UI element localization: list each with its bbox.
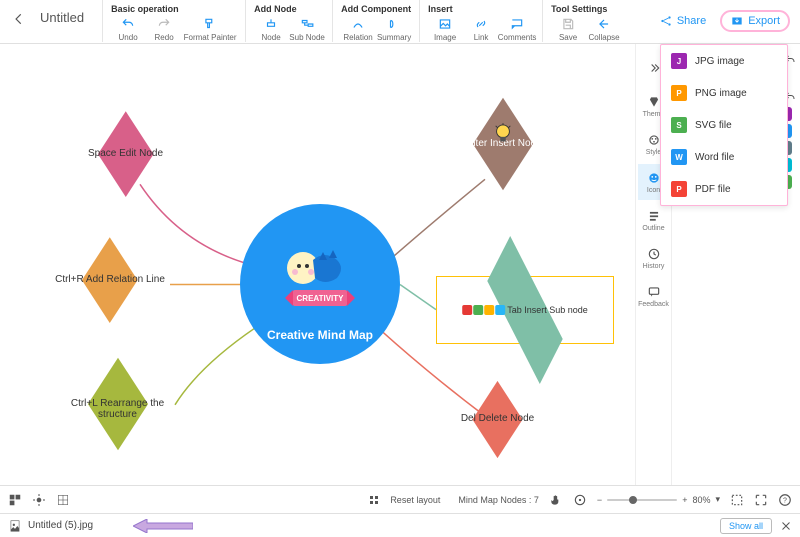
link-button[interactable]: Link <box>464 17 498 42</box>
node-button[interactable]: Node <box>254 17 288 42</box>
svg-text:?: ? <box>783 497 787 504</box>
filetype-icon: S <box>671 117 687 133</box>
format-painter-icon <box>203 17 217 31</box>
nodes-count-value: 7 <box>534 495 539 505</box>
undo-button[interactable]: Undo <box>111 17 145 42</box>
svg-text:CREATIVITY: CREATIVITY <box>297 294 345 303</box>
collapse-icon <box>597 17 611 31</box>
back-icon[interactable] <box>12 12 26 26</box>
nodes-count-label: Mind Map Nodes : <box>458 495 531 505</box>
filetype-icon: W <box>671 149 687 165</box>
export-icon <box>730 14 744 28</box>
zoom-control[interactable]: − + 80% ▾ <box>597 494 720 505</box>
zoom-out[interactable]: − <box>597 495 602 505</box>
export-button[interactable]: Export <box>720 10 790 32</box>
toolbar-group-header: Basic operation <box>111 4 237 14</box>
sub-node-icon <box>300 17 314 31</box>
node-badge <box>484 305 494 315</box>
grid-icon[interactable] <box>56 493 70 507</box>
link-icon <box>474 17 488 31</box>
relation-icon <box>351 17 365 31</box>
zoom-in[interactable]: + <box>682 495 687 505</box>
topbar: Untitled Basic operation UndoRedoFormat P… <box>0 0 800 44</box>
share-icon <box>659 14 673 28</box>
fullscreen-icon[interactable] <box>754 493 768 507</box>
hand-icon[interactable] <box>549 493 563 507</box>
node-badge <box>473 305 483 315</box>
node-icon <box>264 17 278 31</box>
theme-icon <box>647 95 661 109</box>
style-icon <box>647 133 661 147</box>
collapse-button[interactable]: Collapse <box>587 17 621 42</box>
save-icon <box>561 17 575 31</box>
toolbar-group-header: Add Node <box>254 4 324 14</box>
node-badge <box>462 305 472 315</box>
zoom-value: 80% <box>692 495 710 505</box>
relation-button[interactable]: Relation <box>341 17 375 42</box>
node-badge <box>495 305 505 315</box>
layout-icon[interactable] <box>8 493 22 507</box>
filetype-icon: P <box>671 85 687 101</box>
tab-insert-node[interactable]: Tab Insert Sub node <box>436 276 614 344</box>
redo-button[interactable]: Redo <box>147 17 181 42</box>
toolbar-group-header: Insert <box>428 4 534 14</box>
comments-icon <box>510 17 524 31</box>
show-all-button[interactable]: Show all <box>720 518 772 534</box>
export-svg[interactable]: SSVG file <box>661 109 787 141</box>
file-icon <box>8 519 22 533</box>
summary-button[interactable]: Summary <box>377 17 411 42</box>
lightbulb-icon <box>492 122 514 151</box>
status-bar: Reset layout Mind Map Nodes : 7 − + 80% … <box>0 485 800 513</box>
sidebar-tab-outline[interactable]: Outline <box>638 202 670 238</box>
reset-layout-button[interactable]: Reset layout <box>390 495 440 505</box>
outline-icon <box>647 209 661 223</box>
filetype-icon: P <box>671 181 687 197</box>
image-icon <box>438 17 452 31</box>
filetype-icon: J <box>671 53 687 69</box>
mindmap-canvas[interactable]: CREATIVITY Creative Mind Map Space Edit … <box>0 44 635 485</box>
attention-arrow <box>133 519 193 533</box>
toolbar-group-header: Tool Settings <box>551 4 621 14</box>
toolbar-group-header: Add Component <box>341 4 411 14</box>
undo-icon <box>121 17 135 31</box>
share-button[interactable]: Share <box>659 14 706 28</box>
save-button[interactable]: Save <box>551 17 585 42</box>
target-icon[interactable] <box>573 493 587 507</box>
fit-icon[interactable] <box>730 493 744 507</box>
image-button[interactable]: Image <box>428 17 462 42</box>
creativity-illustration: CREATIVITY <box>275 242 365 322</box>
sun-icon[interactable] <box>32 493 46 507</box>
help-icon[interactable]: ? <box>778 493 792 507</box>
export-jpg[interactable]: JJPG image <box>661 45 787 77</box>
center-node-title: Creative Mind Map <box>267 328 373 342</box>
tab-insert-label: Tab Insert Sub node <box>507 305 588 315</box>
icon-icon <box>647 171 661 185</box>
history-icon <box>647 247 661 261</box>
feedback-icon <box>647 285 661 299</box>
export-png[interactable]: PPNG image <box>661 77 787 109</box>
document-title[interactable]: Untitled <box>40 10 84 25</box>
export-word[interactable]: WWord file <box>661 141 787 173</box>
download-filename[interactable]: Untitled (5).jpg <box>28 520 93 531</box>
redo-icon <box>157 17 171 31</box>
format-painter-button[interactable]: Format Painter <box>183 17 237 42</box>
close-icon[interactable] <box>780 520 792 532</box>
summary-icon <box>387 17 401 31</box>
sidebar-tab-feedback[interactable]: Feedback <box>638 278 670 314</box>
reset-layout-icon <box>368 494 380 506</box>
collapse-icon <box>647 61 661 75</box>
export-menu: JJPG imagePPNG imageSSVG fileWWord fileP… <box>660 44 788 206</box>
export-pdf[interactable]: PPDF file <box>661 173 787 205</box>
comments-button[interactable]: Comments <box>500 17 534 42</box>
sub-node-button[interactable]: Sub Node <box>290 17 324 42</box>
sidebar-tab-history[interactable]: History <box>638 240 670 276</box>
download-bar: Untitled (5).jpg Show all <box>0 513 800 537</box>
center-node[interactable]: CREATIVITY Creative Mind Map <box>240 204 400 364</box>
